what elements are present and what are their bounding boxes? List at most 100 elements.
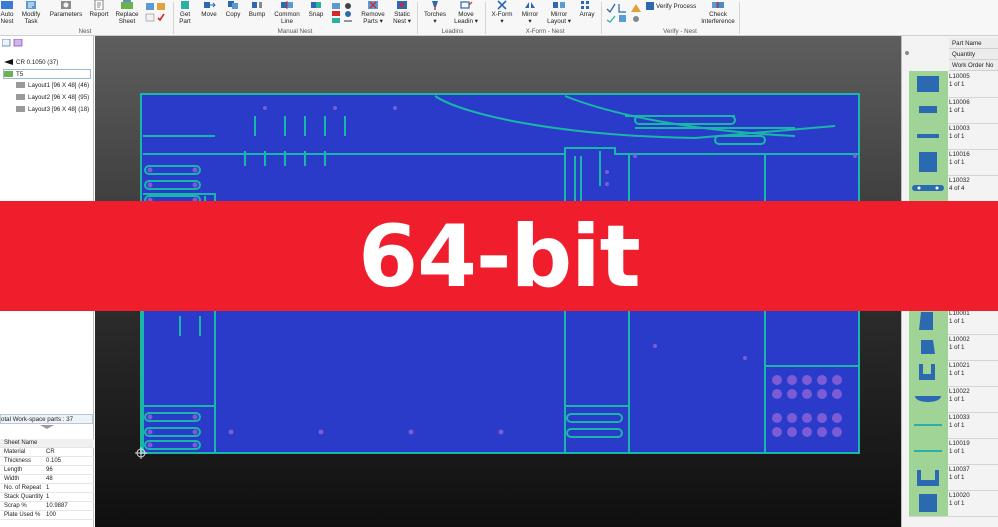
tree-label: Layout3 [96 X 48] (18) (28, 106, 90, 113)
part-quantity: 1 of 1 (949, 370, 965, 377)
replace-sheet-icon (121, 0, 133, 9)
property-value: 100 (46, 512, 57, 518)
modify-task-button[interactable]: Modify Task (18, 0, 44, 27)
part-thumbnail[interactable] (909, 149, 948, 175)
report-icon (94, 0, 104, 10)
get-part-button[interactable]: Get Part (175, 0, 195, 27)
layout-icon (16, 106, 25, 113)
common-line-button[interactable]: Common Line (272, 0, 302, 27)
part-row[interactable]: L10005 1 of 1 (909, 71, 998, 98)
part-thumbnail[interactable] (909, 360, 948, 386)
part-row[interactable]: L10022 1 of 1 (909, 386, 998, 413)
part-info: L10003 1 of 1 (949, 125, 970, 141)
report-label: Report (89, 11, 109, 18)
tree-item-task[interactable]: T5 (3, 69, 91, 79)
part-row[interactable]: L10021 1 of 1 (909, 360, 998, 387)
copy-icon (228, 1, 238, 9)
part-thumbnail[interactable] (909, 71, 948, 97)
part-row[interactable]: L10016 1 of 1 (909, 149, 998, 176)
remove-parts-button[interactable]: Remove Parts ▾ (359, 0, 387, 27)
tree-item-layout1[interactable]: Layout1 [96 X 48] (46) (16, 81, 89, 91)
remove-parts-icon (368, 1, 378, 9)
mirror-button[interactable]: Mirror ▾ (517, 0, 543, 27)
splitter-handle-icon[interactable] (40, 425, 54, 429)
replace-sheet-button[interactable]: Replace Sheet (114, 0, 140, 27)
part-name: L10037 (949, 466, 970, 473)
copy-button[interactable]: Copy (222, 0, 244, 27)
part-thumbnail[interactable] (909, 334, 948, 360)
part-info: L10001 1 of 1 (949, 310, 970, 326)
small-manual-icons[interactable] (331, 2, 355, 24)
part-name: L10001 (949, 310, 970, 317)
mirror-label: Mirror ▾ (521, 11, 539, 25)
part-thumbnail[interactable] (909, 123, 948, 149)
verify-small-icons[interactable] (605, 2, 643, 24)
array-button[interactable]: Array (576, 0, 598, 27)
group-label-manual-nest: Manual Nest (277, 28, 313, 35)
part-row[interactable]: L10019 1 of 1 (909, 438, 998, 465)
mirror-layout-icon (553, 2, 565, 8)
verify-process-button[interactable]: Verify Process (646, 0, 698, 12)
part-thumbnail[interactable] (909, 412, 948, 438)
part-row[interactable]: L10020 1 of 1 (909, 490, 998, 517)
part-thumbnail[interactable] (909, 490, 948, 516)
torches-button[interactable]: Torches ▾ (421, 0, 449, 27)
group-separator (417, 2, 418, 34)
part-name: L10016 (949, 151, 970, 158)
verify-process-icon (646, 2, 654, 10)
part-quantity: 1 of 1 (949, 422, 965, 429)
tree-item-material[interactable]: CR 0.1050 (37) (4, 58, 58, 68)
check-interference-button[interactable]: Check Interference (700, 0, 736, 27)
layout-icon (16, 82, 25, 89)
x-form-button[interactable]: X-Form ▾ (488, 0, 516, 27)
column-header-quantity[interactable]: Quantity (949, 49, 998, 60)
tree-item-layout3[interactable]: Layout3 [96 X 48] (18) (16, 105, 89, 115)
property-value: 10.9887 (46, 503, 68, 509)
column-header-work-order[interactable]: Work Order No (949, 60, 998, 71)
move-button[interactable]: Move (198, 0, 220, 27)
part-row[interactable]: L10001 1 of 1 (909, 308, 998, 335)
part-info: L10033 1 of 1 (949, 414, 970, 430)
part-row[interactable]: L10033 1 of 1 (909, 412, 998, 439)
part-row[interactable]: L10002 1 of 1 (909, 334, 998, 361)
bump-label: Bump (248, 11, 266, 18)
tree-item-layout2[interactable]: Layout2 [96 X 48] (95) (16, 93, 89, 103)
layout-icon (16, 94, 25, 101)
snap-label: Snap (308, 11, 324, 18)
part-thumbnail[interactable] (909, 97, 948, 123)
copy-label: Copy (225, 11, 241, 18)
tree-toolbar-icons[interactable] (2, 39, 24, 47)
property-value: 48 (46, 476, 53, 482)
report-button[interactable]: Report (87, 0, 111, 27)
part-thumbnail[interactable] (909, 175, 948, 201)
snap-button[interactable]: Snap (305, 0, 327, 27)
part-thumbnail[interactable] (909, 308, 948, 334)
part-thumbnail[interactable] (909, 438, 948, 464)
property-value: 1 (46, 494, 50, 500)
part-info: L10006 1 of 1 (949, 99, 970, 115)
column-header-part-name[interactable]: Part Name (949, 38, 998, 49)
x-form-icon (497, 0, 507, 10)
part-row[interactable]: L10003 1 of 1 (909, 123, 998, 150)
part-row[interactable]: L10037 1 of 1 (909, 464, 998, 491)
bump-button[interactable]: Bump (246, 0, 268, 27)
parameters-button[interactable]: Parameters (48, 0, 84, 27)
mirror-layout-button[interactable]: Mirror Layout ▾ (545, 0, 573, 27)
property-key: Thickness (4, 458, 32, 464)
part-quantity: 1 of 1 (949, 133, 965, 140)
pin-icon[interactable] (904, 50, 910, 56)
part-thumbnail[interactable] (909, 386, 948, 412)
common-line-icon (281, 1, 293, 9)
part-quantity: 1 of 1 (949, 159, 965, 166)
auto-nest-button[interactable]: Auto Nest (0, 0, 14, 27)
part-row[interactable]: L10006 1 of 1 (909, 97, 998, 124)
static-nest-button[interactable]: Static Nest ▾ (390, 0, 414, 27)
part-row[interactable]: L10032 4 of 4 (909, 175, 998, 202)
move-leadin-button[interactable]: Move Leadin ▾ (451, 0, 481, 27)
part-quantity: 1 of 1 (949, 81, 965, 88)
parameters-label: Parameters (49, 11, 83, 18)
group-separator (601, 2, 602, 34)
small-tool-icons[interactable] (145, 2, 167, 24)
part-name: L10006 (949, 99, 970, 106)
part-thumbnail[interactable] (909, 464, 948, 490)
